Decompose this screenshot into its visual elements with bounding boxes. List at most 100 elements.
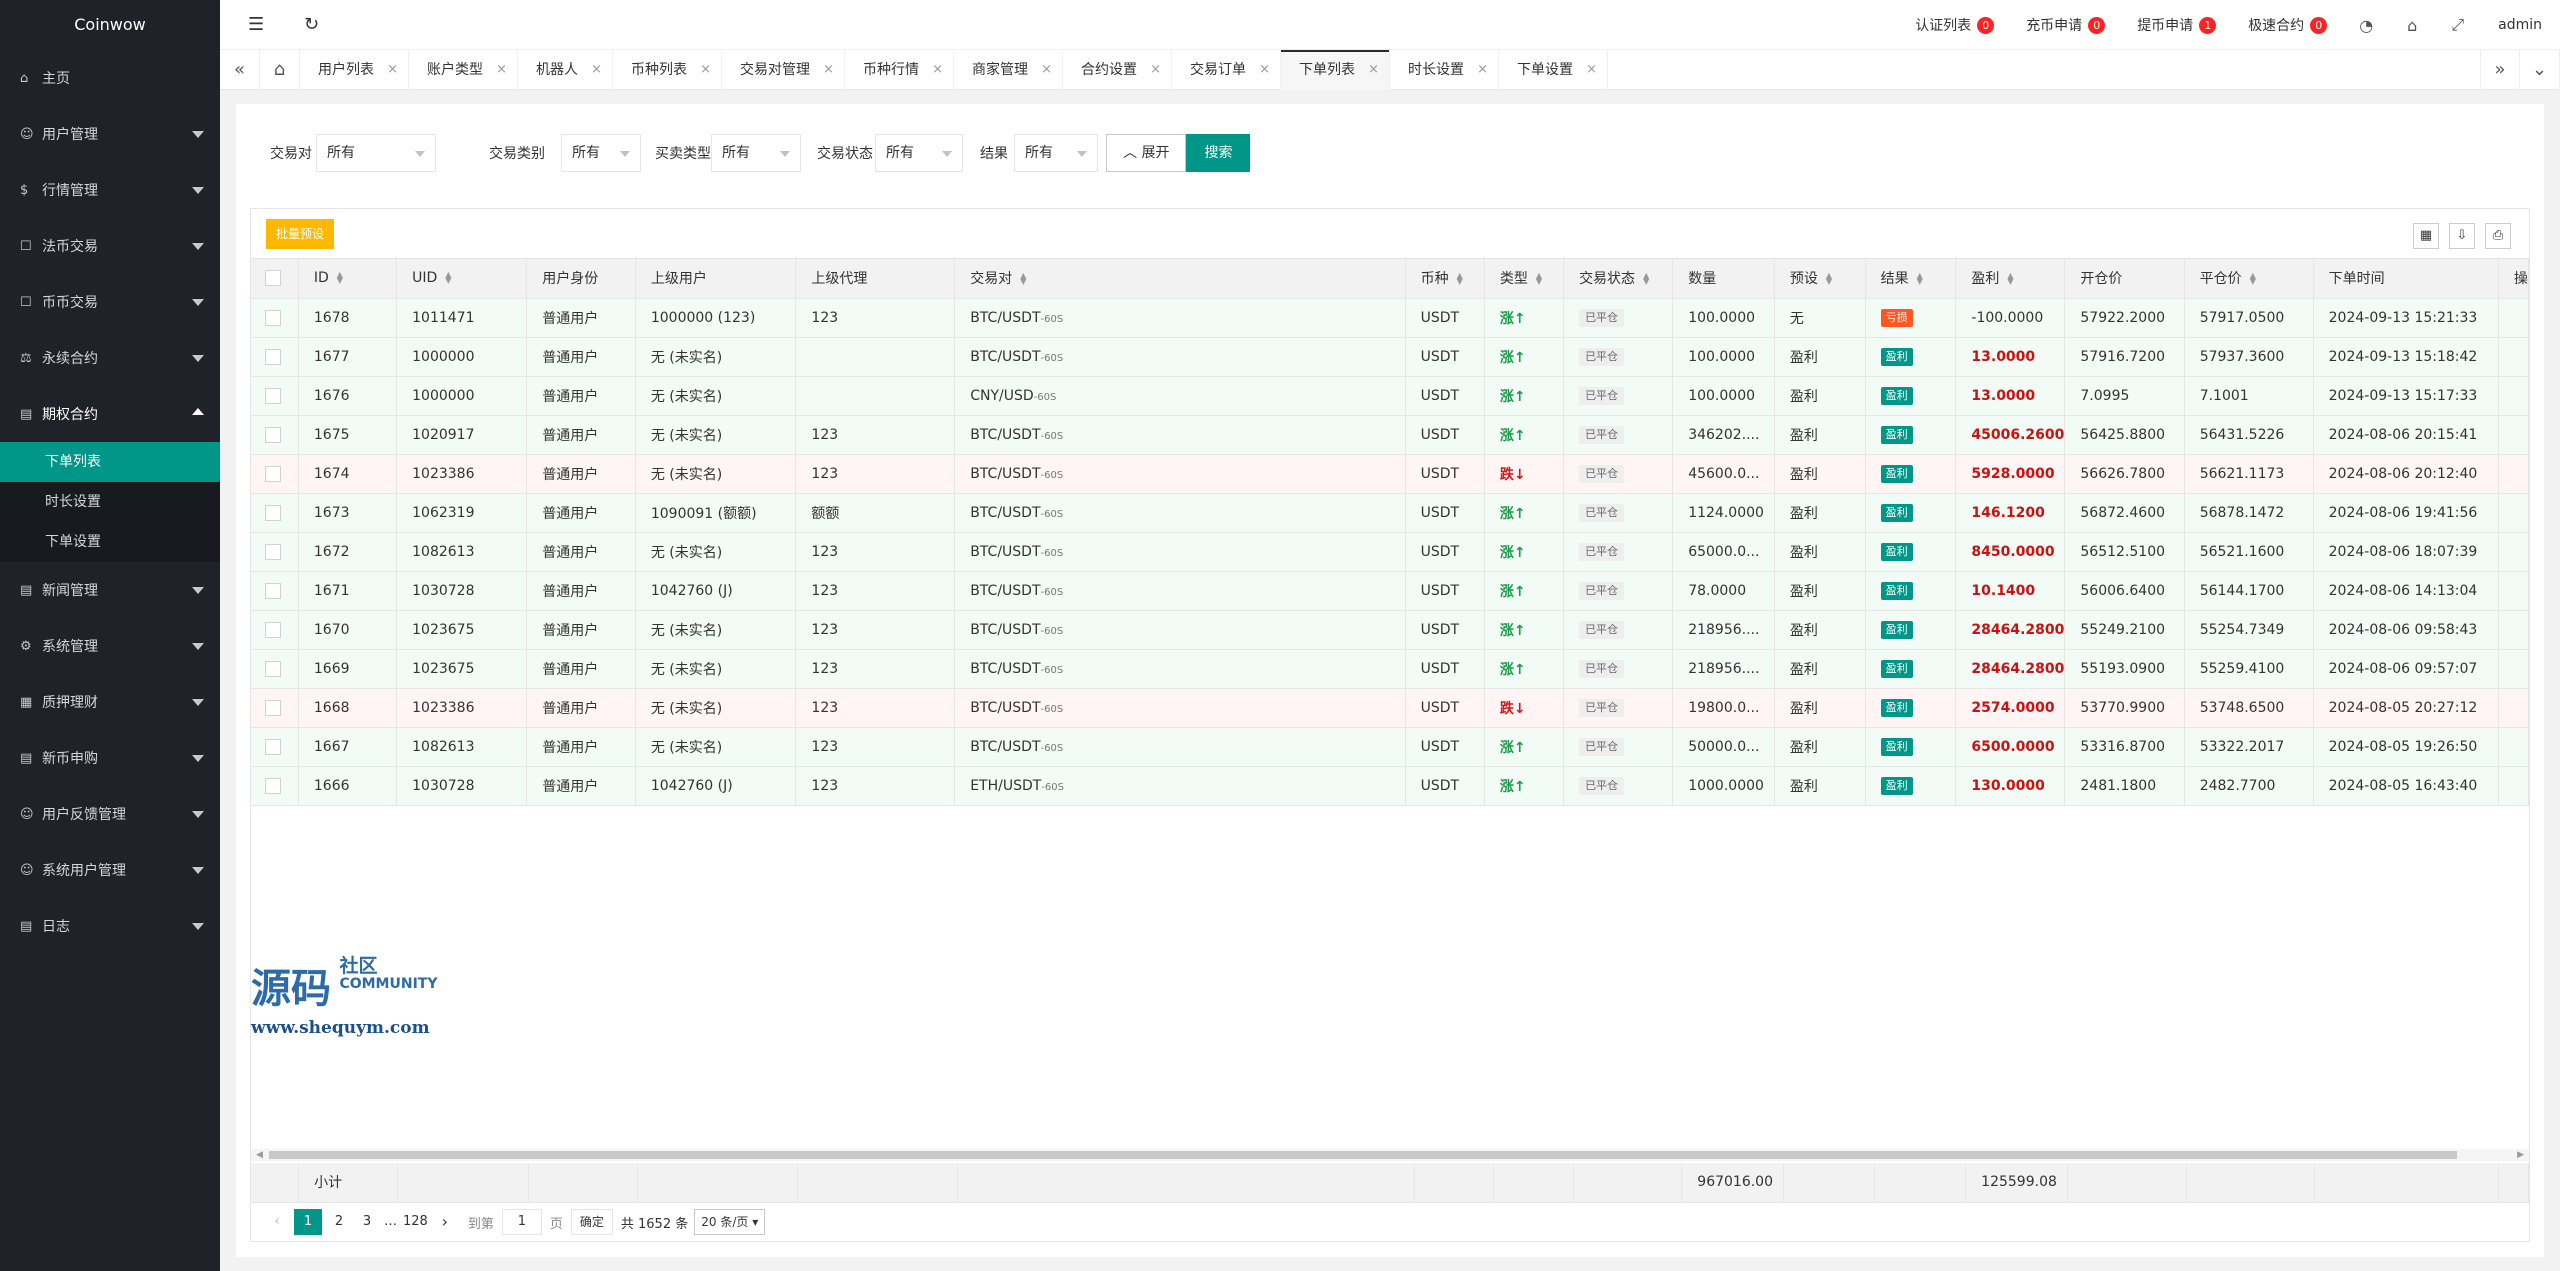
select-all-checkbox[interactable] — [265, 270, 281, 287]
close-icon[interactable]: × — [1259, 50, 1270, 90]
tabs-scroll-right-icon[interactable]: » — [2480, 50, 2520, 90]
sidebar-item-3[interactable]: ☐ 法币交易 — [0, 218, 220, 274]
header-link-1[interactable]: 充币申请 0 — [2026, 15, 2106, 35]
column-header[interactable]: UID ▲ ▼ — [396, 259, 528, 299]
tab-7[interactable]: 合约设置 × — [1063, 50, 1172, 90]
column-header[interactable]: 交易状态 ▲ ▼ — [1563, 259, 1674, 299]
close-icon[interactable]: × — [1586, 50, 1597, 90]
row-checkbox[interactable] — [265, 621, 281, 638]
sort-icon[interactable]: ▲ ▼ — [445, 271, 451, 285]
column-header[interactable]: 交易对 ▲ ▼ — [954, 259, 1406, 299]
close-icon[interactable]: × — [932, 50, 943, 90]
row-checkbox[interactable] — [265, 699, 281, 716]
page-1-button[interactable]: 1 — [294, 1209, 322, 1235]
goto-confirm-button[interactable]: 确定 — [570, 1209, 613, 1235]
column-header[interactable]: 盈利 ▲ ▼ — [1955, 259, 2066, 299]
column-header[interactable]: 上级用户 — [635, 259, 797, 299]
next-page-button[interactable]: › — [434, 1209, 456, 1235]
column-header[interactable]: 币种 ▲ ▼ — [1405, 259, 1485, 299]
header-link-2[interactable]: 提币申请 1 — [2137, 15, 2217, 35]
refresh-icon[interactable]: ↻ — [304, 14, 319, 35]
row-checkbox[interactable] — [265, 348, 281, 365]
admin-user-menu[interactable]: admin — [2498, 17, 2542, 33]
tag-icon[interactable]: ⌂ — [2407, 16, 2417, 35]
tab-5[interactable]: 币种行情 × — [845, 50, 954, 90]
close-icon[interactable]: × — [1041, 50, 1052, 90]
scrollbar-thumb[interactable] — [269, 1151, 2457, 1159]
scroll-right-arrow-icon[interactable]: ▶ — [2517, 1149, 2524, 1161]
column-header[interactable]: 下单时间 — [2313, 259, 2499, 299]
horizontal-scrollbar[interactable]: ◀ ▶ — [251, 1149, 2529, 1161]
column-header[interactable]: 平仓价 ▲ ▼ — [2184, 259, 2314, 299]
fullscreen-icon[interactable]: ⤢ — [2451, 15, 2464, 35]
row-checkbox[interactable] — [265, 738, 281, 755]
column-header[interactable]: 类型 ▲ ▼ — [1484, 259, 1565, 299]
close-icon[interactable]: × — [1477, 50, 1488, 90]
sidebar-item-5[interactable]: ⚖ 永续合约 — [0, 330, 220, 386]
sidebar-subitem-1[interactable]: 时长设置 — [0, 482, 220, 522]
scroll-left-arrow-icon[interactable]: ◀ — [256, 1149, 263, 1161]
column-header[interactable]: 开仓价 — [2064, 259, 2185, 299]
close-icon[interactable]: × — [700, 50, 711, 90]
sidebar-item-b5[interactable]: ☺ 系统用户管理 — [0, 842, 220, 898]
close-icon[interactable]: × — [591, 50, 602, 90]
column-header[interactable]: 上级代理 — [795, 259, 956, 299]
search-button[interactable]: 搜索 — [1186, 134, 1251, 172]
row-checkbox[interactable] — [265, 582, 281, 599]
sidebar-item-b3[interactable]: ▤ 新币申购 — [0, 730, 220, 786]
sort-icon[interactable]: ▲ ▼ — [2250, 272, 2256, 286]
goto-page-input[interactable]: 1 — [501, 1209, 542, 1235]
tab-10[interactable]: 时长设置 × — [1390, 50, 1499, 90]
sort-icon[interactable]: ▲ ▼ — [1536, 272, 1542, 286]
column-header[interactable]: 结果 ▲ ▼ — [1865, 259, 1957, 299]
tab-3[interactable]: 币种列表 × — [613, 50, 722, 90]
header-link-3[interactable]: 极速合约 0 — [2248, 15, 2328, 35]
sort-icon[interactable]: ▲ ▼ — [2007, 272, 2013, 286]
tab-0[interactable]: 用户列表 × — [300, 50, 409, 90]
last-page-button[interactable]: 128 — [403, 1209, 428, 1235]
expand-button[interactable]: ︿ 展开 — [1106, 134, 1187, 172]
prev-page-button[interactable]: ‹ — [266, 1209, 288, 1235]
column-header[interactable]: 用户身份 — [526, 259, 636, 299]
sidebar-subitem-0[interactable]: 下单列表 — [0, 442, 220, 482]
row-checkbox[interactable] — [265, 660, 281, 677]
sidebar-item-2[interactable]: $ 行情管理 — [0, 162, 220, 218]
tab-11[interactable]: 下单设置 × — [1499, 50, 1608, 90]
status-select[interactable]: 所有 — [875, 134, 963, 172]
close-icon[interactable]: × — [1368, 50, 1379, 90]
close-icon[interactable]: × — [823, 50, 834, 90]
sort-icon[interactable]: ▲ ▼ — [1643, 272, 1649, 286]
sidebar-item-options[interactable]: ▤ 期权合约 — [0, 386, 220, 442]
sidebar-item-b6[interactable]: ▤ 日志 — [0, 898, 220, 954]
theme-icon[interactable]: ◔ — [2359, 16, 2373, 35]
tab-2[interactable]: 机器人 × — [518, 50, 613, 90]
sidebar-item-4[interactable]: ☐ 币币交易 — [0, 274, 220, 330]
page-size-select[interactable]: 20 条/页 ▾ — [694, 1209, 766, 1235]
columns-filter-icon[interactable]: ▦ — [2413, 223, 2439, 249]
side-select[interactable]: 所有 — [711, 134, 801, 172]
row-checkbox[interactable] — [265, 387, 281, 404]
sort-icon[interactable]: ▲ ▼ — [1020, 272, 1026, 286]
row-checkbox[interactable] — [265, 777, 281, 794]
sort-icon[interactable]: ▲ ▼ — [1917, 272, 1923, 286]
sidebar-subitem-2[interactable]: 下单设置 — [0, 522, 220, 562]
tabs-menu-chevron-down-icon[interactable]: ⌄ — [2520, 50, 2560, 90]
row-checkbox[interactable] — [265, 426, 281, 443]
column-header[interactable]: 数量 — [1672, 259, 1775, 299]
tab-1[interactable]: 账户类型 × — [409, 50, 518, 90]
print-icon[interactable]: ⎙ — [2485, 223, 2511, 249]
sidebar-item-1[interactable]: ☺ 用户管理 — [0, 106, 220, 162]
sort-icon[interactable]: ▲ ▼ — [337, 271, 343, 285]
tab-9[interactable]: 下单列表 × — [1281, 50, 1390, 90]
export-icon[interactable]: ⇩ — [2449, 223, 2475, 249]
result-select[interactable]: 所有 — [1014, 134, 1098, 172]
tab-4[interactable]: 交易对管理 × — [722, 50, 845, 90]
tab-8[interactable]: 交易订单 × — [1172, 50, 1281, 90]
sort-icon[interactable]: ▲ ▼ — [1457, 272, 1463, 286]
column-header[interactable]: ID ▲ ▼ — [298, 259, 398, 299]
page-3-button[interactable]: 3 — [356, 1209, 378, 1235]
row-checkbox[interactable] — [265, 504, 281, 521]
column-header[interactable]: 预设 ▲ ▼ — [1774, 259, 1866, 299]
tabs-scroll-left-icon[interactable]: « — [220, 50, 260, 90]
menu-toggle-icon[interactable]: ☰ — [248, 14, 264, 35]
